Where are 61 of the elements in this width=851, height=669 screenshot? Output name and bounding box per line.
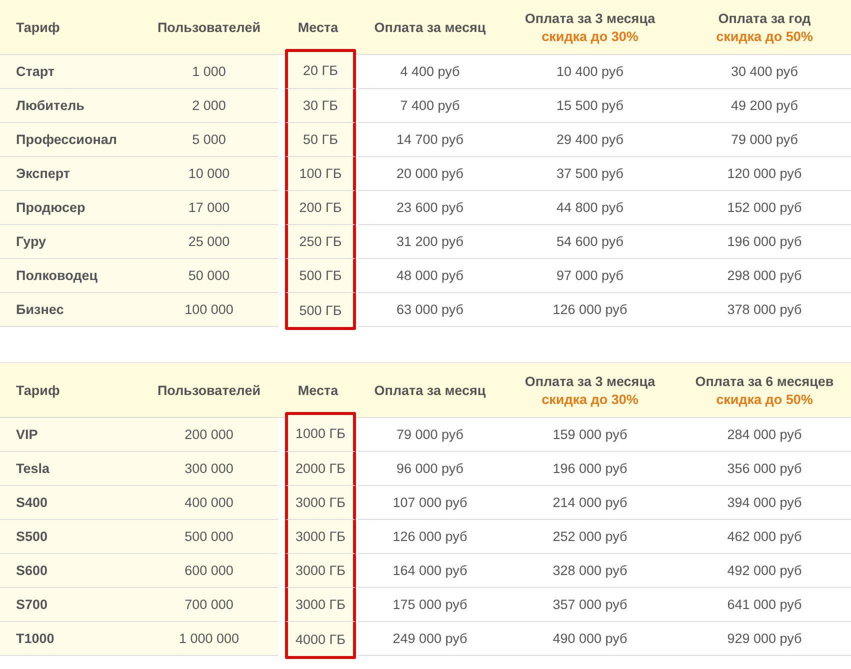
table-cell: 200 ГБ	[285, 191, 356, 225]
table-cell: 3000 ГБ	[285, 588, 356, 622]
discount-note: скидка до 30%	[542, 28, 638, 44]
table-cell: Tesla	[0, 452, 140, 486]
discount-note: скидка до 50%	[716, 28, 813, 44]
column-header: Места	[298, 20, 338, 34]
column-header: Тариф	[16, 382, 60, 398]
table-cell: 200 000	[140, 418, 278, 452]
column-header: Тариф	[16, 20, 60, 34]
table-cell: 700 000	[140, 588, 278, 622]
table-cell: S400	[0, 486, 140, 520]
table-cell: 100 ГБ	[285, 157, 356, 191]
table-cell: 3000 ГБ	[285, 486, 356, 520]
table-cell: 5 000	[140, 123, 278, 157]
table-cell: S500	[0, 520, 140, 554]
table-cell: 30 ГБ	[285, 89, 356, 123]
table-cell: 3000 ГБ	[285, 554, 356, 588]
table-cell: 25 000	[140, 225, 278, 259]
table-cell: 2 000	[140, 89, 278, 123]
column-header: Оплата за 3 месяца	[524, 374, 656, 388]
table-cell: S600	[0, 554, 140, 588]
table-cell: 1 000	[140, 55, 278, 89]
table-cell: Старт	[0, 55, 140, 89]
table-cell: Полководец	[0, 259, 140, 293]
table-cell: S700	[0, 588, 140, 622]
table-cell: 1000 ГБ	[285, 412, 356, 452]
column-header: Оплата за месяц	[374, 20, 486, 34]
column-header: Оплата за 6 месяцев	[695, 374, 834, 388]
table-cell: Эксперт	[0, 157, 140, 191]
column-header: Места	[298, 382, 338, 398]
column-header: Оплата за 3 месяца	[524, 10, 656, 26]
table-cell: 3000 ГБ	[285, 520, 356, 554]
column-header: Оплата за месяц	[374, 382, 486, 398]
table-cell: 300 000	[140, 452, 278, 486]
table-cell: T1000	[0, 622, 140, 656]
table-cell: 500 ГБ	[285, 293, 356, 330]
table-cell: Любитель	[0, 89, 140, 123]
column-header: Оплата за год	[718, 10, 811, 26]
table-cell: 4000 ГБ	[285, 622, 356, 659]
table-cell: 500 000	[140, 520, 278, 554]
table-cell: 50 000	[140, 259, 278, 293]
table-cell: 250 ГБ	[285, 225, 356, 259]
table-cell: VIP	[0, 418, 140, 452]
table-cell: 100 000	[140, 293, 278, 327]
table-cell: Профессионал	[0, 123, 140, 157]
column-header: Пользователей	[157, 382, 261, 398]
discount-note: скидка до 50%	[716, 392, 813, 406]
table-cell: 400 000	[140, 486, 278, 520]
table-cell: 600 000	[140, 554, 278, 588]
table-cell: 1 000 000	[140, 622, 278, 656]
table-cell: 500 ГБ	[285, 259, 356, 293]
table-cell: 20 ГБ	[285, 49, 356, 89]
column-header: Пользователей	[157, 20, 261, 34]
discount-note: скидка до 30%	[542, 392, 638, 406]
table-cell: Бизнес	[0, 293, 140, 327]
table-cell: Гуру	[0, 225, 140, 259]
table-cell: Продюсер	[0, 191, 140, 225]
table-cell: 17 000	[140, 191, 278, 225]
table-cell: 10 000	[140, 157, 278, 191]
table-cell: 50 ГБ	[285, 123, 356, 157]
table-cell: 2000 ГБ	[285, 452, 356, 486]
